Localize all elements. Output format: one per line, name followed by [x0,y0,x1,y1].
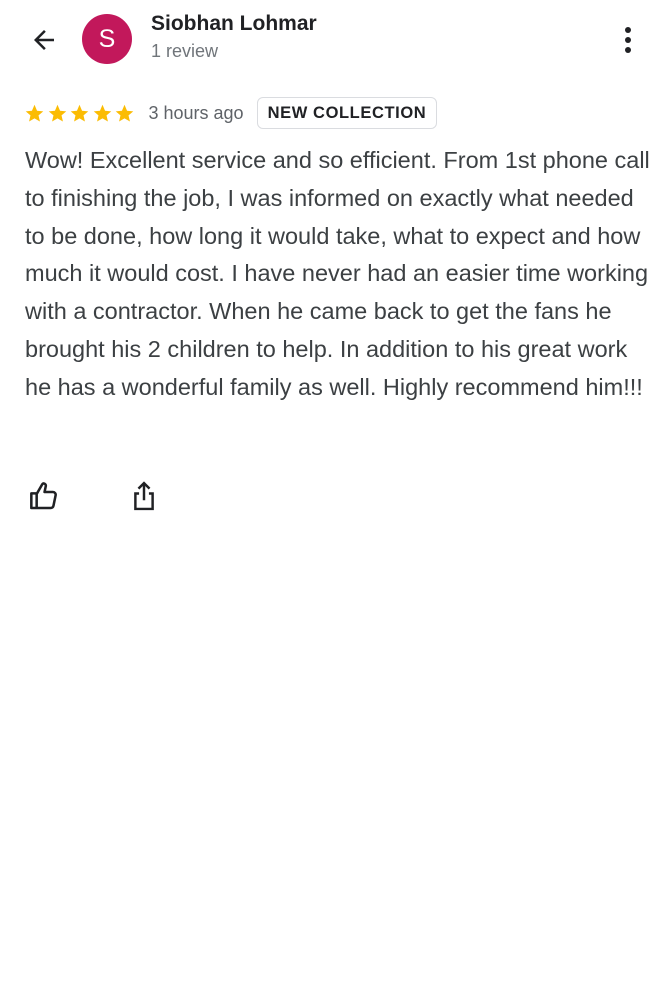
star-icon [115,104,134,122]
review-count: 1 review [151,41,219,61]
more-options-button[interactable] [606,20,650,60]
star-icon [48,104,66,122]
star-icon [70,104,89,122]
share-icon [134,481,154,511]
review-meta: 3 hours ago NEW COLLECTION [24,96,438,130]
star-icon [93,104,111,122]
review-header: S Siobhan Lohmar 1 review [0,0,672,80]
back-button[interactable] [22,20,66,60]
arrow-back-icon [34,30,54,50]
star-rating [24,103,137,124]
star-icon [25,104,44,122]
avatar[interactable]: S [82,14,132,64]
review-time: 3 hours ago [148,102,244,123]
review-actions [24,476,164,516]
thumb-up-icon [30,482,57,510]
avatar-letter: S [98,24,116,53]
review-text: Wow! Excellent service and so efficient.… [25,147,650,400]
more-vert-icon [625,27,631,53]
reviewer-name[interactable]: Siobhan Lohmar [151,12,317,36]
like-button[interactable] [24,476,64,516]
new-collection-badge: NEW COLLECTION [256,97,438,129]
share-button[interactable] [124,476,164,516]
